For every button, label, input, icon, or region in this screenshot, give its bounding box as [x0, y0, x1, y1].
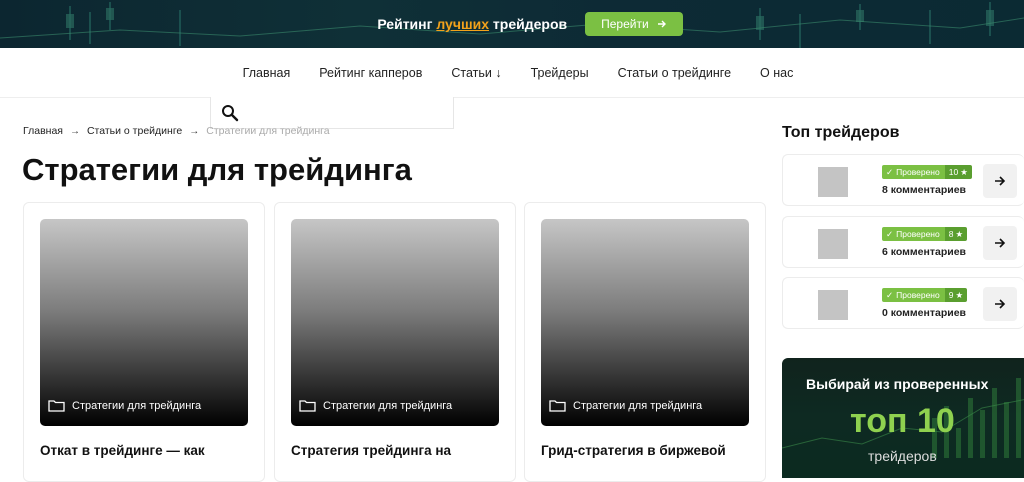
avatar [818, 167, 848, 197]
nav-item-about[interactable]: О нас [760, 66, 793, 80]
article-title[interactable]: Грид-стратегия в биржевой [541, 443, 726, 458]
nav-item-trading-articles[interactable]: Статьи о трейдинге [618, 66, 731, 80]
open-trader-button[interactable] [983, 226, 1017, 260]
nav-item-home[interactable]: Главная [243, 66, 291, 80]
sidebar-title: Топ трейдеров [782, 124, 900, 141]
page-title: Стратегии для трейдинга [22, 152, 412, 187]
article-thumbnail[interactable] [541, 219, 749, 426]
breadcrumb-arrow-icon: → [69, 125, 80, 137]
promo-banner: Рейтинг лучших трейдеров Перейти [0, 0, 1024, 48]
verified-label: Проверено [896, 229, 940, 239]
check-icon: ✓ [886, 166, 894, 177]
promo-line2: топ 10 [850, 402, 955, 440]
nav-item-traders[interactable]: Трейдеры [531, 66, 589, 80]
search-icon [222, 105, 239, 122]
verified-badge: ✓ Проверено 9 ★ [882, 288, 968, 302]
open-trader-button[interactable] [983, 287, 1017, 321]
open-trader-button[interactable] [983, 164, 1017, 198]
trader-card[interactable]: ✓ Проверено 10 ★ 8 комментариев [782, 154, 1024, 206]
arrow-right-icon [657, 20, 666, 28]
comments-count: 0 комментариев [882, 307, 967, 319]
promo-line1: Выбирай из проверенных [806, 376, 989, 392]
promo-line3: трейдеров [868, 448, 937, 464]
verified-badge: ✓ Проверено 8 ★ [882, 227, 968, 241]
rating-value: 9 [948, 290, 954, 300]
trader-card[interactable]: ✓ Проверено 8 ★ 6 комментариев [782, 216, 1024, 268]
avatar [818, 229, 848, 259]
rating-value: 8 [948, 229, 954, 239]
nav-item-cappers-rating[interactable]: Рейтинг капперов [319, 66, 422, 80]
article-card[interactable]: Стратегии для трейдинга Грид-стратегия в… [524, 202, 766, 482]
top10-promo-banner[interactable]: Выбирай из проверенных топ 10 трейдеров [782, 358, 1024, 478]
arrow-right-icon [995, 238, 1006, 248]
breadcrumb-current: Стратегии для трейдинга [206, 125, 330, 137]
rating-value: 10 [948, 167, 959, 177]
verified-badge: ✓ Проверено 10 ★ [882, 165, 972, 179]
nav-item-articles[interactable]: Статьи ↓ [451, 66, 501, 80]
folder-icon [48, 400, 65, 412]
breadcrumb: Главная → Статьи о трейдинге → Стратегии… [23, 125, 330, 137]
avatar [818, 290, 848, 320]
verified-label: Проверено [896, 290, 940, 300]
breadcrumb-arrow-icon: → [189, 125, 200, 137]
article-category[interactable]: Стратегии для трейдинга [299, 399, 452, 412]
comments-count: 8 комментариев [882, 184, 967, 196]
verified-label: Проверено [896, 167, 940, 177]
star-icon: ★ [955, 228, 964, 239]
article-category-label: Стратегии для трейдинга [323, 399, 453, 412]
article-card[interactable]: Стратегии для трейдинга Откат в трейдинг… [23, 202, 265, 482]
article-category[interactable]: Стратегии для трейдинга [549, 399, 702, 412]
trader-card[interactable]: ✓ Проверено 9 ★ 0 комментариев [782, 277, 1024, 329]
check-icon: ✓ [886, 289, 894, 300]
comments-count: 6 комментариев [882, 246, 967, 258]
article-card[interactable]: Стратегии для трейдинга Стратегия трейди… [274, 202, 516, 482]
article-category-label: Стратегии для трейдинга [573, 399, 703, 412]
article-category-label: Стратегии для трейдинга [72, 399, 202, 412]
article-thumbnail[interactable] [40, 219, 248, 426]
banner-go-button[interactable]: Перейти [585, 12, 683, 36]
main-navigation: Главная Рейтинг капперов Статьи ↓ Трейде… [0, 48, 1024, 98]
star-icon: ★ [955, 289, 964, 300]
arrow-right-icon [995, 299, 1006, 309]
folder-icon [299, 400, 316, 412]
article-thumbnail[interactable] [291, 219, 499, 426]
breadcrumb-home[interactable]: Главная [23, 125, 63, 137]
folder-icon [549, 400, 566, 412]
arrow-right-icon [995, 176, 1006, 186]
check-icon: ✓ [886, 228, 894, 239]
banner-highlight-link[interactable]: лучших [436, 16, 489, 32]
banner-button-label: Перейти [601, 17, 649, 31]
article-category[interactable]: Стратегии для трейдинга [48, 399, 201, 412]
banner-text: Рейтинг лучших трейдеров [377, 16, 568, 32]
star-icon: ★ [960, 166, 968, 177]
article-title[interactable]: Стратегия трейдинга на [291, 443, 451, 458]
article-title[interactable]: Откат в трейдинге — как [40, 443, 205, 458]
breadcrumb-section[interactable]: Статьи о трейдинге [87, 125, 182, 137]
